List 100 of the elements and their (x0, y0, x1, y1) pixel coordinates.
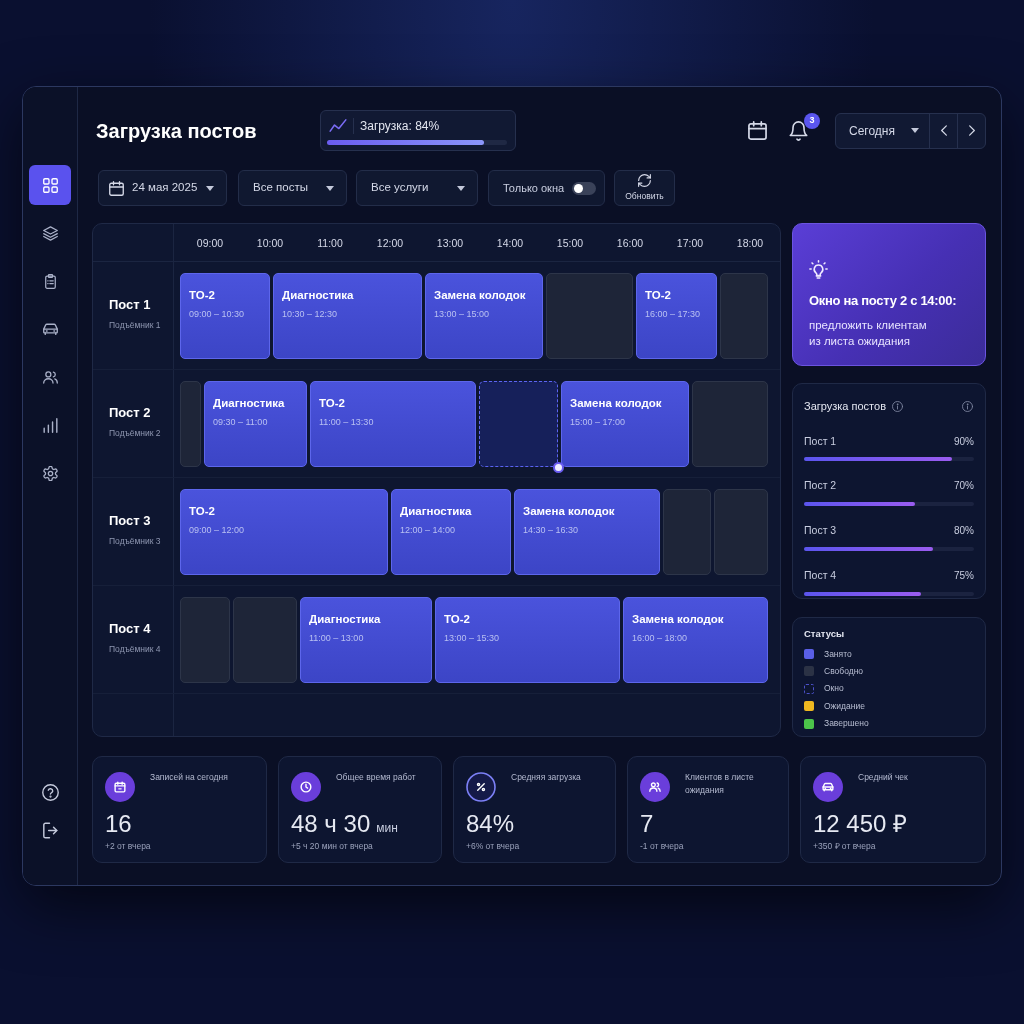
appointment-block[interactable]: Замена колодок 15:00 – 17:00 (561, 380, 689, 467)
notification-badge: 3 (804, 112, 820, 129)
post-name: Пост 1 (804, 433, 837, 449)
service-name: Диагностика (400, 503, 473, 519)
bell-icon (789, 120, 808, 141)
appointment-block[interactable]: ТО-2 09:00 – 10:30 (180, 272, 270, 359)
time-label: 09:00 (195, 236, 225, 251)
load-percent: 80% (954, 524, 974, 538)
appointment-time: 11:00 – 13:00 (309, 631, 365, 645)
caret-down-icon (457, 185, 465, 191)
appointment-block[interactable]: ТО-2 11:00 – 13:30 (310, 380, 476, 467)
lift-name: Подъёмник 4 (109, 643, 162, 657)
stat-value: 48 ч 30 (291, 810, 371, 838)
refresh-button[interactable]: Обновить (614, 170, 675, 206)
service-name: ТО-2 (645, 287, 672, 303)
caret-down-icon (206, 185, 214, 191)
status-label: Свободно (824, 664, 864, 678)
layers-icon (42, 225, 58, 241)
time-label: 10:00 (255, 236, 285, 251)
appointment-time: 09:00 – 10:30 (189, 307, 246, 321)
stat-unit: мин (376, 820, 398, 837)
load-percent: 70% (954, 479, 974, 494)
stat-value: 84% (466, 810, 515, 838)
appointment-time: 09:30 – 11:00 (213, 415, 269, 429)
post-name: Пост 2 (804, 478, 837, 494)
stat-label: Средняя загрузка (511, 771, 581, 784)
stat-change: +2 от вчера (105, 840, 152, 853)
calendar-button[interactable] (748, 121, 767, 140)
post-name: Пост 4 (804, 567, 837, 583)
service-name: Замена колодок (570, 395, 663, 411)
card-title: Загрузка постов (804, 399, 886, 414)
clipboard-icon (42, 273, 58, 289)
chevron-right-icon (968, 125, 975, 136)
stat-label: Средний чек (858, 771, 908, 784)
appointment-time: 15:00 – 17:00 (570, 415, 627, 429)
filter-dropdown[interactable]: Все посты (238, 170, 347, 206)
stat-label: Общее время работ (336, 771, 416, 784)
toggle-switch[interactable] (572, 181, 596, 195)
sidebar-nav-button[interactable] (29, 165, 71, 205)
appointment-time: 14:30 – 16:30 (523, 523, 580, 537)
legend-title: Статусы (804, 627, 846, 641)
appointment-block[interactable]: Замена колодок 16:00 – 18:00 (623, 596, 768, 683)
stat-change: +6% от вчера (466, 840, 521, 853)
appointment-block[interactable]: Диагностика 09:30 – 11:00 (204, 380, 307, 467)
toggle-filter[interactable]: Только окна (488, 170, 605, 206)
post-name: Пост 2 (109, 403, 152, 422)
status-label: Ожидание (824, 699, 865, 713)
tip-title: Окно на посту 2 с 14:00: (809, 292, 958, 310)
trend-icon (329, 119, 347, 132)
service-name: ТО-2 (319, 395, 346, 411)
dashboard-icon (42, 177, 58, 193)
lift-name: Подъёмник 2 (109, 427, 162, 441)
stat-change: +5 ч 20 мин от вчера (291, 840, 374, 853)
car-icon (42, 321, 58, 337)
time-label: 18:00 (735, 236, 765, 251)
date-picker[interactable]: 24 мая 2025 (98, 170, 227, 206)
post-name: Пост 1 (109, 295, 152, 314)
logout-icon (42, 821, 58, 839)
info-icon (892, 400, 903, 412)
appointment-block[interactable]: ТО-2 13:00 – 15:30 (435, 596, 620, 683)
appointment-block[interactable]: Диагностика 12:00 – 14:00 (391, 488, 511, 575)
stat-label: Клиентов в листе ожидания (685, 771, 755, 797)
bar-chart-icon (42, 417, 58, 433)
help-icon (41, 783, 59, 801)
time-label: 14:00 (495, 236, 525, 251)
stat-change: -1 от вчера (640, 840, 685, 853)
appointment-block[interactable]: Замена колодок 13:00 – 15:00 (425, 272, 543, 359)
appointment-time: 16:00 – 17:30 (645, 307, 702, 321)
notifications-button[interactable] (789, 120, 808, 141)
settings-icon (42, 465, 58, 481)
time-label: 11:00 (316, 236, 344, 251)
lift-name: Подъёмник 3 (109, 535, 162, 549)
service-name: Диагностика (309, 611, 382, 627)
service-name: ТО-2 (189, 503, 216, 519)
load-label: Загрузка: 84% (360, 117, 440, 135)
car-icon (813, 772, 843, 802)
period-dropdown[interactable]: Сегодня (836, 113, 929, 148)
service-name: ТО-2 (444, 611, 471, 627)
lightbulb-icon (809, 260, 828, 279)
service-name: Диагностика (213, 395, 286, 411)
service-name: ТО-2 (189, 287, 216, 303)
appointment-block[interactable]: Замена колодок 14:30 – 16:30 (514, 488, 660, 575)
time-label: 16:00 (615, 236, 645, 251)
service-name: Диагностика (282, 287, 355, 303)
appointment-block[interactable]: Диагностика 11:00 – 13:00 (300, 596, 432, 683)
caret-down-icon (326, 185, 334, 191)
appointment-block[interactable]: ТО-2 09:00 – 12:00 (180, 488, 388, 575)
appointment-time: 11:00 – 13:30 (319, 415, 375, 429)
status-label: Завершено (824, 717, 869, 730)
filter-dropdown[interactable]: Все услуги (356, 170, 478, 206)
appointment-time: 16:00 – 18:00 (632, 631, 689, 645)
appointment-time: 09:00 – 12:00 (189, 523, 246, 537)
calendar-icon (105, 772, 135, 802)
appointment-block[interactable]: ТО-2 16:00 – 17:30 (636, 272, 717, 359)
post-name: Пост 3 (109, 511, 152, 530)
status-label: Окно (824, 682, 844, 696)
appointment-block[interactable]: Диагностика 10:30 – 12:30 (273, 272, 422, 359)
percent-icon (466, 772, 496, 802)
appointment-time: 12:00 – 14:00 (400, 523, 457, 537)
time-label: 13:00 (435, 236, 465, 251)
